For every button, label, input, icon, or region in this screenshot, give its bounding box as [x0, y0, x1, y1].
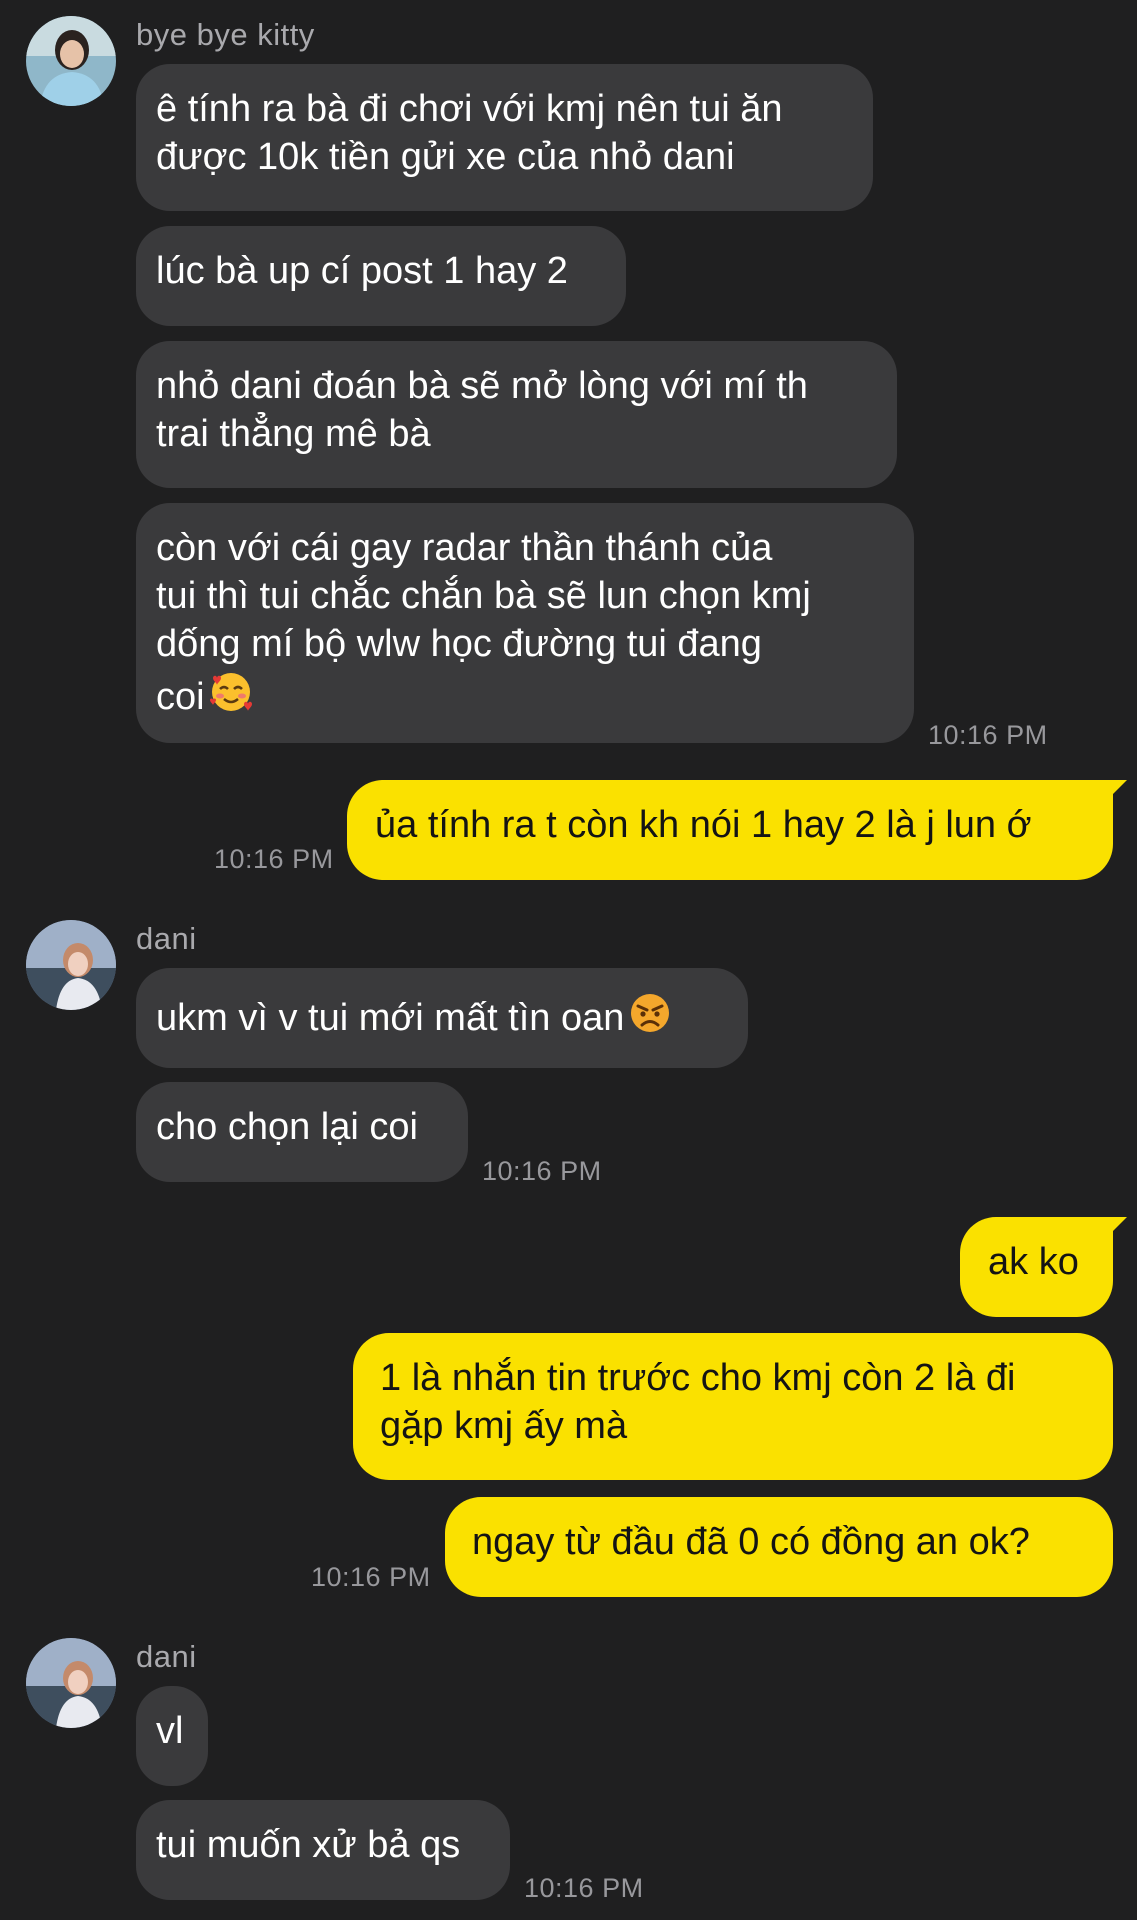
message-line: còn với cái gay radar thần thánh của [156, 527, 773, 569]
message-line: ak ko [988, 1241, 1079, 1283]
message-bubble[interactable]: nhỏ dani đoán bà sẽ mở lòng với mí th tr… [136, 341, 897, 488]
message-text: ukm vì v tui mới mất tìn oan [156, 997, 625, 1039]
message-bubble[interactable]: tui muốn xử bả qs [136, 1800, 510, 1900]
message-bubble[interactable]: vl [136, 1686, 208, 1786]
timestamp: 10:16 PM [311, 1562, 431, 1592]
avatar-photo-icon [26, 16, 116, 106]
message-line: ukm vì v tui mới mất tìn oan [156, 989, 728, 1042]
message-line: coi [156, 668, 894, 721]
message-bubble[interactable]: ukm vì v tui mới mất tìn oan [136, 968, 748, 1068]
message-line: lúc bà up cí post 1 hay 2 [156, 250, 568, 292]
message-line: gặp kmj ấy mà [380, 1405, 628, 1447]
message-bubble[interactable]: 1 là nhắn tin trước cho kmj còn 2 là đi … [353, 1333, 1113, 1480]
smiling-face-with-hearts-icon [207, 668, 255, 716]
timestamp: 10:16 PM [482, 1156, 602, 1186]
message-line: vl [156, 1710, 184, 1752]
sender-name: dani [136, 1639, 197, 1674]
avatar[interactable] [26, 920, 116, 1010]
timestamp: 10:16 PM [524, 1873, 644, 1903]
angry-face-icon [626, 989, 674, 1037]
message-line: ê tính ra bà đi chơi với kmj nên tui ăn [156, 88, 783, 130]
avatar-photo-icon [26, 920, 116, 1010]
message-bubble[interactable]: lúc bà up cí post 1 hay 2 [136, 226, 626, 326]
message-bubble[interactable]: còn với cái gay radar thần thánh của tui… [136, 503, 914, 743]
message-line: ngay từ đầu đã 0 có đồng an ok? [472, 1521, 1030, 1563]
message-text: coi [156, 676, 205, 718]
message-line: nhỏ dani đoán bà sẽ mở lòng với mí th [156, 365, 808, 407]
message-line: dống mí bộ wlw học đường tui đang [156, 623, 762, 665]
message-bubble[interactable]: ak ko [960, 1217, 1127, 1317]
avatar-photo-icon [26, 1638, 116, 1728]
message-line: tui thì tui chắc chắn bà sẽ lun chọn kmj [156, 575, 811, 617]
timestamp: 10:16 PM [928, 720, 1048, 750]
message-bubble[interactable]: ê tính ra bà đi chơi với kmj nên tui ăn … [136, 64, 873, 211]
sender-name: bye bye kitty [136, 17, 315, 52]
message-line: trai thẳng mê bà [156, 413, 431, 455]
message-line: ủa tính ra t còn kh nói 1 hay 2 là j lun… [375, 804, 1032, 846]
message-line: 1 là nhắn tin trước cho kmj còn 2 là đi [380, 1357, 1016, 1399]
avatar[interactable] [26, 16, 116, 106]
avatar[interactable] [26, 1638, 116, 1728]
message-bubble[interactable]: ủa tính ra t còn kh nói 1 hay 2 là j lun… [347, 780, 1127, 880]
chat-thread: bye bye kitty ê tính ra bà đi chơi với k… [0, 0, 1137, 1920]
message-bubble[interactable]: ngay từ đầu đã 0 có đồng an ok? [445, 1497, 1113, 1597]
message-line: cho chọn lại coi [156, 1106, 418, 1148]
message-line: được 10k tiền gửi xe của nhỏ dani [156, 136, 735, 178]
timestamp: 10:16 PM [214, 844, 334, 874]
message-bubble[interactable]: cho chọn lại coi [136, 1082, 468, 1182]
sender-name: dani [136, 921, 197, 956]
message-line: tui muốn xử bả qs [156, 1824, 461, 1866]
